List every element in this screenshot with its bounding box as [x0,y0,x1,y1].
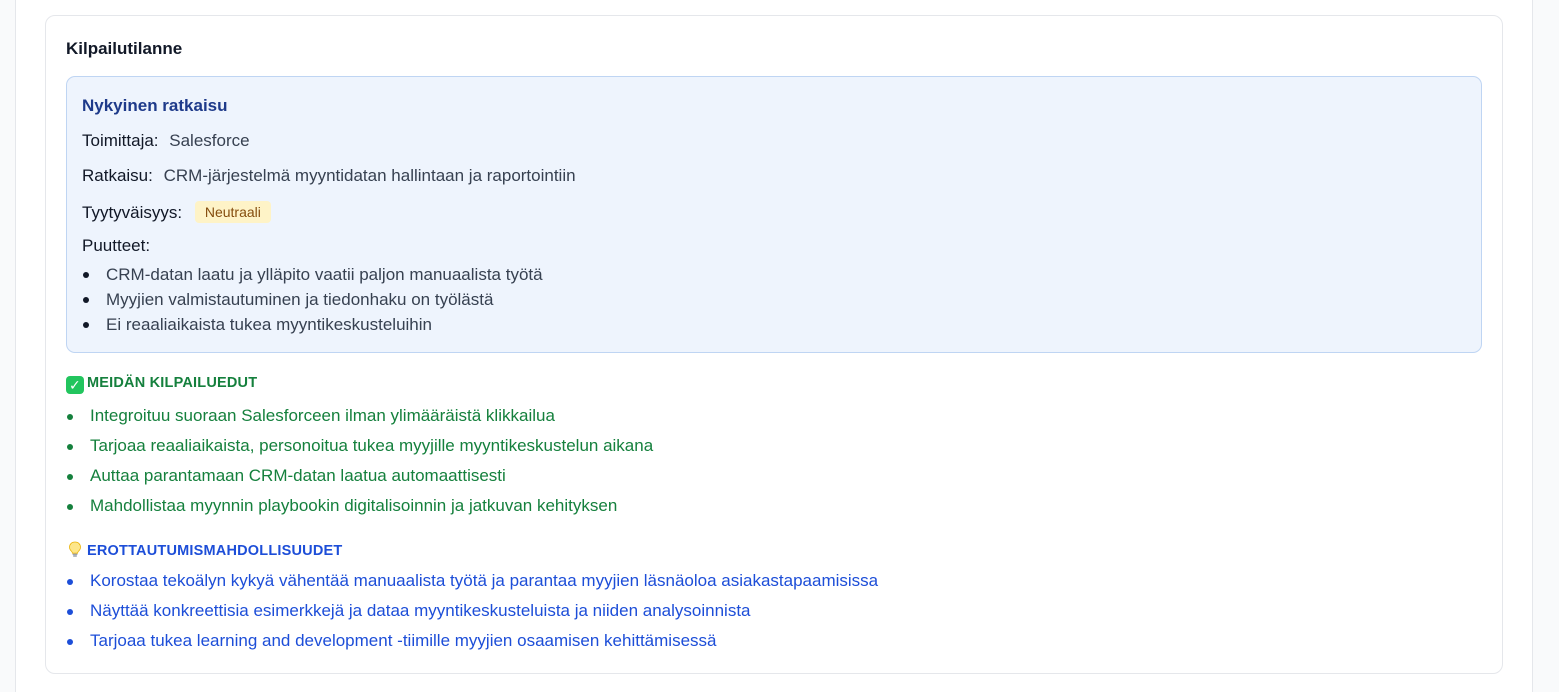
differentiation-heading: EROTTAUTUMISMAHDOLLISUUDET [66,540,342,559]
differentiation-item: Näyttää konkreettisia esimerkkejä ja dat… [66,596,878,626]
solution-label: Ratkaisu: [82,166,153,185]
gaps-list: CRM-datan laatu ja ylläpito vaatii paljo… [82,262,543,337]
vendor-label: Toimittaja: [82,131,159,150]
satisfaction-label: Tyytyväisyys: [82,203,183,222]
advantages-list: Integroituu suoraan Salesforceen ilman y… [66,401,653,521]
advantages-title: MEIDÄN KILPAILUEDUT [87,375,258,391]
gaps-label: Puutteet: [82,236,151,255]
check-mark-icon: ✓ [66,376,84,394]
differentiation-item: Tarjoaa tukea learning and development -… [66,626,878,656]
current-solution-box: Nykyinen ratkaisu Toimittaja: Salesforce… [66,76,1482,353]
advantages-heading: ✓ MEIDÄN KILPAILUEDUT [66,375,257,394]
advantage-item: Integroituu suoraan Salesforceen ilman y… [66,401,653,431]
differentiation-list: Korostaa tekoälyn kykyä vähentää manuaal… [66,566,878,656]
differentiation-item: Korostaa tekoälyn kykyä vähentää manuaal… [66,566,878,596]
satisfaction-row: Tyytyväisyys: Neutraali [82,201,271,223]
advantage-item: Mahdollistaa myynnin playbookin digitali… [66,491,653,521]
vendor-row: Toimittaja: Salesforce [82,131,250,151]
gap-item: Ei reaaliaikaista tukea myyntikeskustelu… [82,312,543,337]
advantage-item: Tarjoaa reaaliaikaista, personoitua tuke… [66,431,653,461]
advantage-item: Auttaa parantamaan CRM-datan laatua auto… [66,461,653,491]
satisfaction-badge: Neutraali [194,201,271,223]
gaps-row: Puutteet: [82,236,150,256]
card-title: Kilpailutilanne [66,39,183,58]
light-bulb-icon [66,540,84,558]
differentiation-title: EROTTAUTUMISMAHDOLLISUUDET [87,543,343,559]
competition-card: Kilpailutilanne Nykyinen ratkaisu Toimit… [45,15,1503,674]
vendor-value: Salesforce [169,131,250,150]
solution-value: CRM-järjestelmä myyntidatan hallintaan j… [163,166,576,185]
current-solution-title: Nykyinen ratkaisu [82,96,228,115]
gap-item: CRM-datan laatu ja ylläpito vaatii paljo… [82,262,543,287]
solution-row: Ratkaisu: CRM-järjestelmä myyntidatan ha… [82,166,576,186]
gap-item: Myyjien valmistautuminen ja tiedonhaku o… [82,287,543,312]
